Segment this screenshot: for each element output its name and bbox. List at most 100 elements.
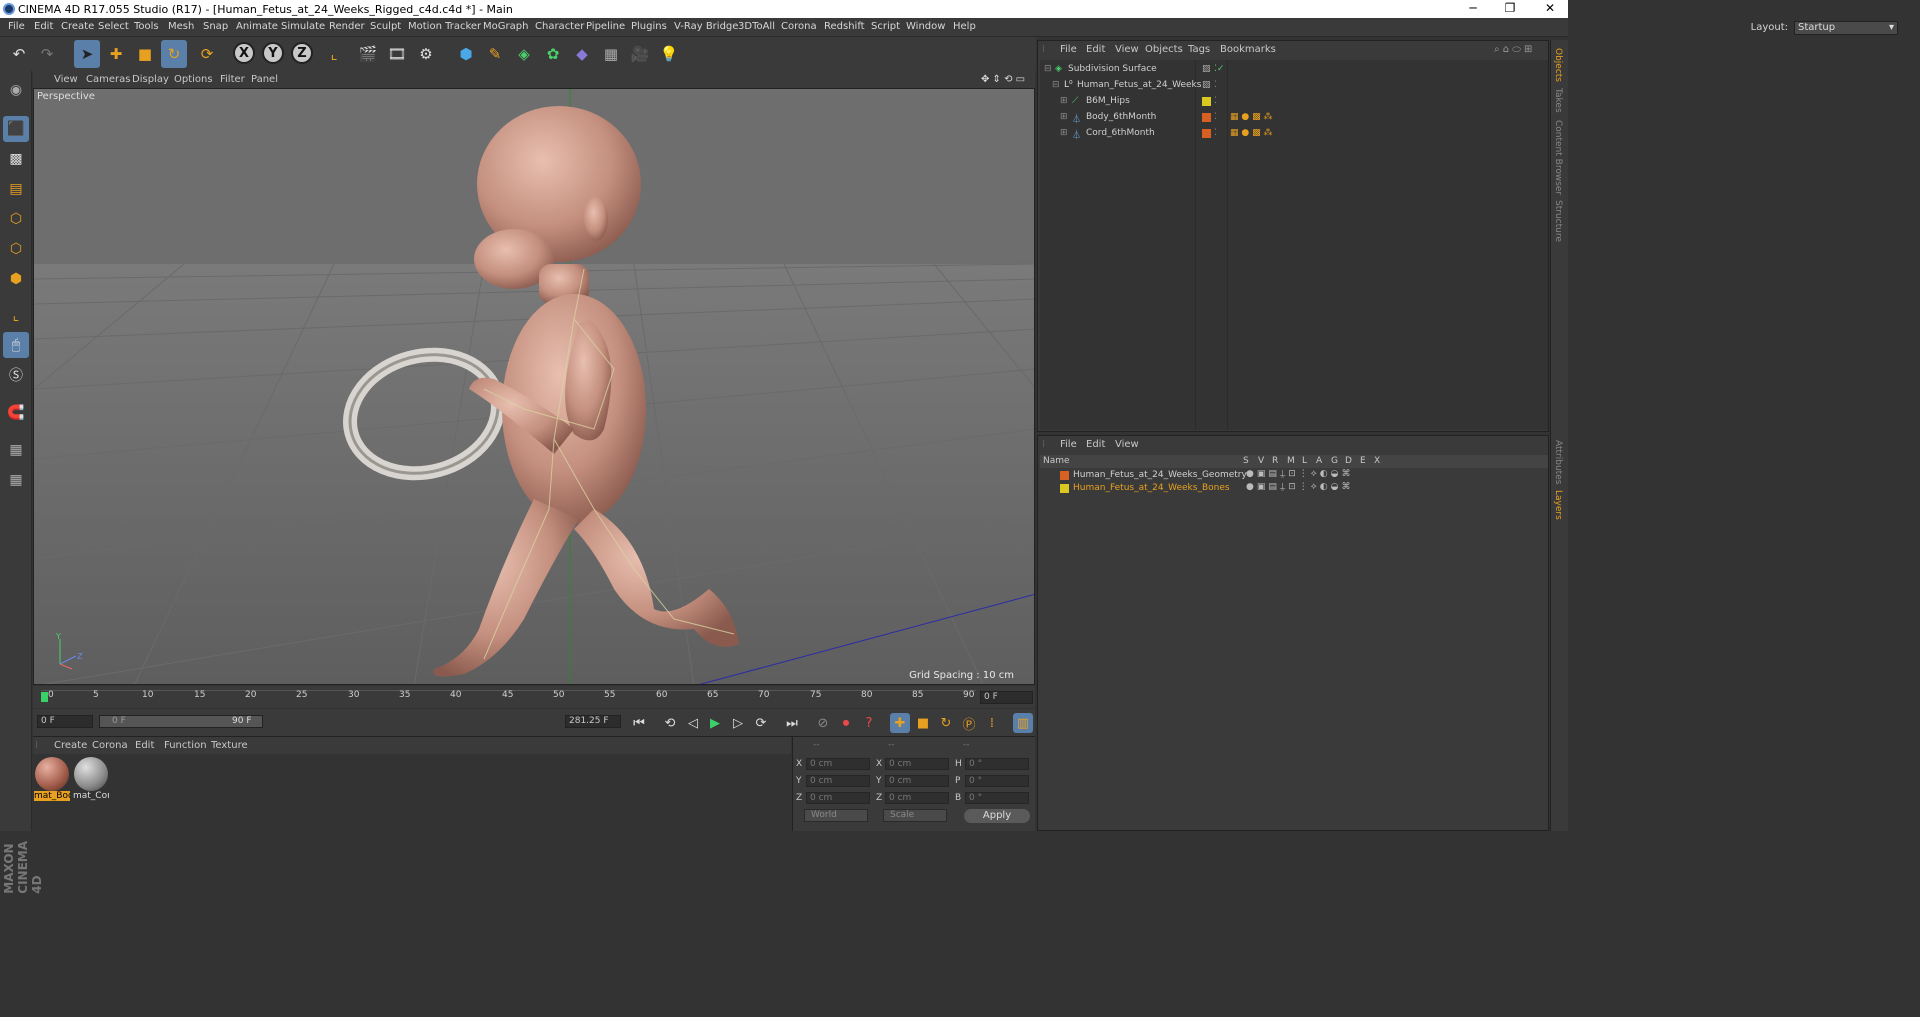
object-row[interactable]: ⊞ ⟋ B6M_Hips ⁚ [1040,93,1548,109]
obj-menu-objects[interactable]: Objects [1145,44,1183,55]
scale-tool-icon[interactable]: ■ [132,40,158,68]
expand-icon[interactable]: ⊞ [1060,96,1068,106]
deformer-icon[interactable]: ◆ [569,40,595,68]
render-settings-icon[interactable]: ⚙ [413,40,439,68]
expand-icon[interactable]: ⊞ [1060,112,1068,122]
world-dropdown[interactable]: World [804,809,868,822]
vp-menu-cameras[interactable]: Cameras [86,74,130,85]
menu-pipeline[interactable]: Pipeline [586,21,625,32]
material-body[interactable]: mat_Bod [34,757,70,805]
obj-menu-view[interactable]: View [1115,44,1139,55]
object-row[interactable]: ⊟ ◈ Subdivision Surface ▨ ⁚✓ [1040,61,1548,77]
menu-corona[interactable]: Corona [781,21,817,32]
menu-vray-bridge[interactable]: V-Ray Bridge [674,21,738,32]
vp-menu-options[interactable]: Options [174,74,213,85]
timeline-ruler[interactable]: 0 5 10 15 20 25 30 35 40 45 50 55 60 65 … [41,690,976,704]
z-axis-icon[interactable]: Z [291,42,313,64]
size-z-field[interactable]: 0 cm [885,792,949,804]
tag-icons[interactable]: ▦ ● ▩ ⁂ [1230,112,1272,122]
menu-select[interactable]: Select [98,21,129,32]
y-axis-icon[interactable]: Y [262,42,284,64]
coordinate-system-icon[interactable]: ⌞ [321,40,347,68]
rotation-b-field[interactable]: 0 ° [965,792,1029,804]
menu-sculpt[interactable]: Sculpt [370,21,401,32]
vp-menu-filter[interactable]: Filter [220,74,245,85]
menu-plugins[interactable]: Plugins [631,21,667,32]
expand-icon[interactable]: ⊞ [1060,128,1068,138]
layer-row[interactable]: Human_Fetus_at_24_Weeks_Bones ●▣▤⍊⊡⋮⟡◐◒⌘ [1040,482,1548,495]
collapse-icon[interactable]: ⊟ [1044,64,1052,74]
position-y-field[interactable]: 0 cm [806,775,870,787]
layer-toggle-icons[interactable]: ●▣▤⍊⊡⋮⟡◐◒⌘ [1246,482,1353,492]
timeline-window-icon[interactable]: ▥ [1013,713,1033,733]
menu-motion-tracker[interactable]: Motion Tracker [408,21,481,32]
mat-menu-edit[interactable]: Edit [135,740,154,751]
light-icon[interactable]: 💡 [656,40,682,68]
tag-icons[interactable]: ▦ ● ▩ ⁂ [1230,128,1272,138]
render-picture-viewer-icon[interactable]: 🎞 [384,40,410,68]
layer-color-swatch[interactable] [1202,113,1211,122]
layer-toggle-icons[interactable]: ●▣▤⍊⊡⋮⟡◐◒⌘ [1246,469,1353,479]
play-icon[interactable]: ▶ [705,713,725,733]
menu-tools[interactable]: Tools [134,21,159,32]
mat-menu-texture[interactable]: Texture [211,740,248,751]
menu-window[interactable]: Window [906,21,945,32]
position-x-field[interactable]: 0 cm [806,758,870,770]
render-view-icon[interactable]: 🎬 [355,40,381,68]
menu-script[interactable]: Script [871,21,900,32]
mat-menu-function[interactable]: Function [164,740,207,751]
previous-key-icon[interactable]: ⟲ [660,713,680,733]
key-rotation-icon[interactable]: ↻ [936,713,956,733]
menu-simulate[interactable]: Simulate [281,21,325,32]
collapse-icon[interactable]: ⊟ [1052,80,1060,90]
max-frame-field[interactable]: 281.25 F [565,715,621,728]
rotate-tool-icon[interactable]: ↻ [161,40,187,68]
minimize-button[interactable]: ─ [1458,1,1488,17]
keyframe-selection-icon[interactable]: ? [859,713,879,733]
restore-button[interactable]: ❐ [1495,1,1525,17]
frame-range-slider[interactable]: 0 F 90 F [99,715,263,728]
rotation-p-field[interactable]: 0 ° [965,775,1029,787]
obj-menu-file[interactable]: File [1060,44,1077,55]
object-row[interactable]: ⊟ L⁰ Human_Fetus_at_24_Weeks ▨ ⁚ [1040,77,1548,93]
visibility-icon[interactable]: ▨ [1202,64,1211,74]
visibility-icon[interactable]: ▨ [1202,80,1211,90]
menu-snap[interactable]: Snap [203,21,228,32]
tab-layers[interactable]: Layers [1553,490,1563,520]
quantize-icon[interactable]: ▦ [3,467,29,493]
autokey-icon[interactable]: ⏺ [836,713,856,733]
next-key-icon[interactable]: ⟳ [751,713,771,733]
layer-color-swatch[interactable] [1202,97,1211,106]
menu-edit[interactable]: Edit [34,21,53,32]
object-row[interactable]: ⊞ ⏃ Cord_6thMonth ⁚ ▦ ● ▩ ⁂ [1040,125,1548,141]
mograph-cloner-icon[interactable]: ✿ [540,40,566,68]
edges-mode-icon[interactable]: ⬡ [3,236,29,262]
undo-icon[interactable]: ↶ [6,40,32,68]
layer-color-swatch[interactable] [1060,471,1069,480]
menu-mograph[interactable]: MoGraph [483,21,528,32]
material-cord[interactable]: mat_Cor [73,757,109,805]
menu-3dtoall[interactable]: 3DToAll [738,21,775,32]
size-y-field[interactable]: 0 cm [885,775,949,787]
enabled-check-icon[interactable]: ⁚✓ [1214,64,1224,74]
viewport-nav-icons[interactable]: ✥ ⇕ ⟲ ▭ [981,74,1025,85]
object-row[interactable]: ⊞ ⏃ Body_6thMonth ⁚ ▦ ● ▩ ⁂ [1040,109,1548,125]
menu-file[interactable]: File [8,21,25,32]
layer-menu-view[interactable]: View [1115,439,1139,450]
vp-menu-panel[interactable]: Panel [251,74,278,85]
mat-menu-create[interactable]: Create [54,740,87,751]
position-z-field[interactable]: 0 cm [806,792,870,804]
record-keys-icon[interactable]: ⊘ [813,713,833,733]
model-mode-icon[interactable]: ⬛ [3,116,29,142]
menu-mesh[interactable]: Mesh [168,21,194,32]
menu-redshift[interactable]: Redshift [824,21,865,32]
key-scale-icon[interactable]: ■ [913,713,933,733]
menu-help[interactable]: Help [953,21,976,32]
vp-menu-view[interactable]: View [54,74,78,85]
obj-menu-tags[interactable]: Tags [1188,44,1210,55]
scale-dropdown[interactable]: Scale [883,809,947,822]
timeline[interactable]: 0 5 10 15 20 25 30 35 40 45 50 55 60 65 … [33,686,1035,708]
size-x-field[interactable]: 0 cm [885,758,949,770]
solo-mode-icon[interactable]: Ⓢ [3,362,29,388]
polygons-mode-icon[interactable]: ⬢ [3,266,29,292]
